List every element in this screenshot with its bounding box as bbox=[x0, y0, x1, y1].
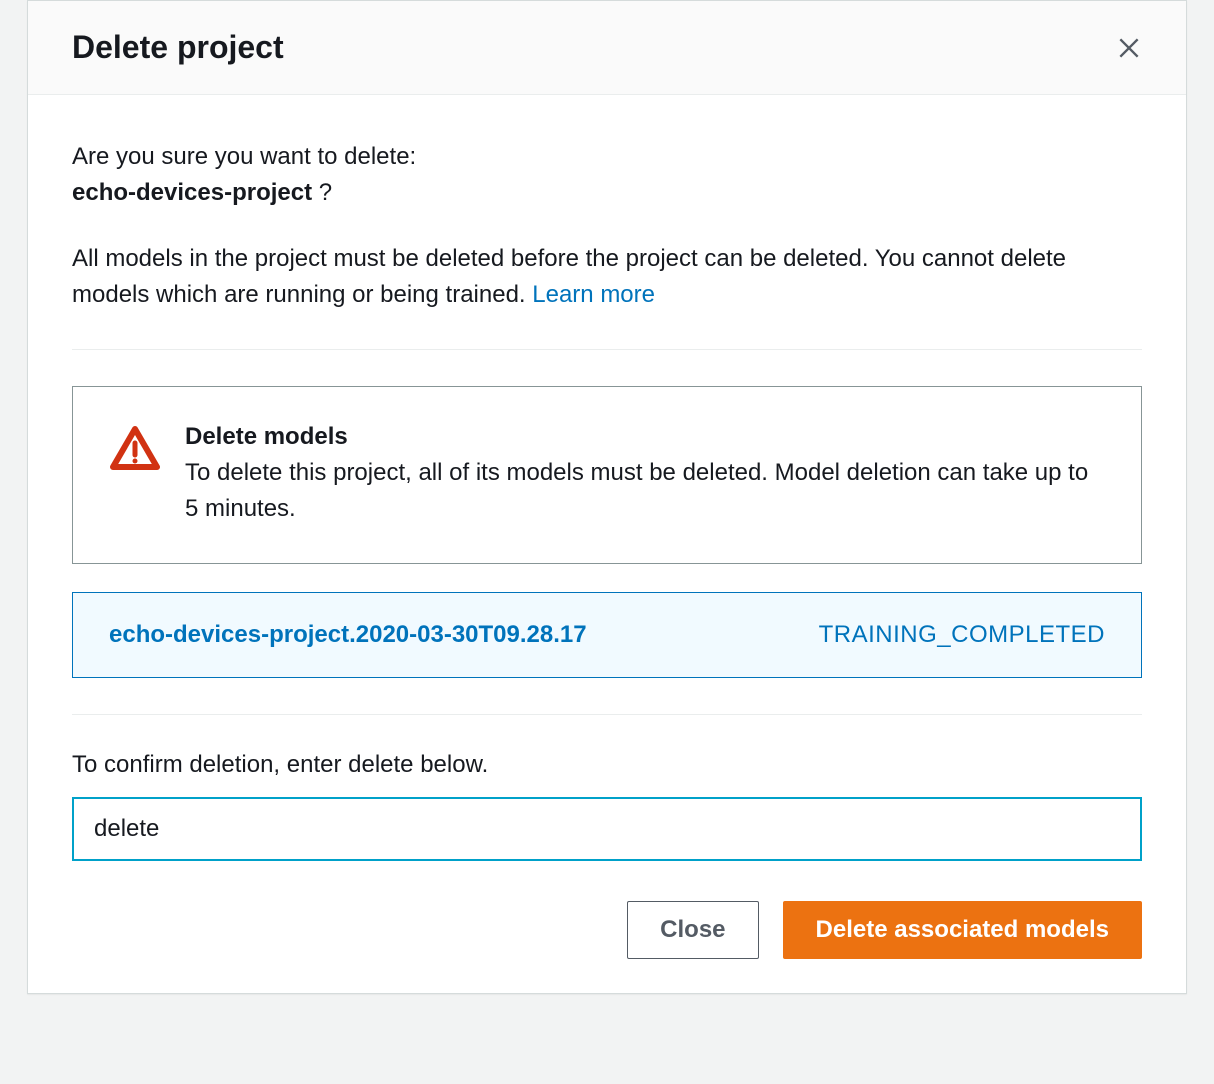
alert-content: Delete models To delete this project, al… bbox=[185, 423, 1105, 527]
model-row[interactable]: echo-devices-project.2020-03-30T09.28.17… bbox=[72, 592, 1142, 678]
description-block: All models in the project must be delete… bbox=[72, 241, 1142, 313]
close-button[interactable]: Close bbox=[627, 901, 758, 959]
modal-title: Delete project bbox=[72, 29, 284, 66]
model-status: TRAINING_COMPLETED bbox=[819, 621, 1105, 649]
divider bbox=[72, 714, 1142, 715]
question-mark: ? bbox=[319, 179, 332, 206]
model-name: echo-devices-project.2020-03-30T09.28.17 bbox=[109, 621, 587, 649]
alert-description: To delete this project, all of its model… bbox=[185, 455, 1105, 527]
delete-associated-models-button[interactable]: Delete associated models bbox=[783, 901, 1142, 959]
learn-more-link[interactable]: Learn more bbox=[532, 281, 655, 308]
close-icon[interactable] bbox=[1116, 35, 1142, 61]
confirm-question-block: Are you sure you want to delete: echo-de… bbox=[72, 139, 1142, 211]
delete-project-modal: Delete project Are you sure you want to … bbox=[27, 0, 1187, 994]
project-name-line: echo-devices-project ? bbox=[72, 175, 1142, 211]
alert-box: Delete models To delete this project, al… bbox=[72, 386, 1142, 564]
divider bbox=[72, 349, 1142, 350]
alert-title: Delete models bbox=[185, 423, 1105, 451]
modal-footer: Close Delete associated models bbox=[28, 861, 1186, 993]
warning-icon bbox=[109, 425, 161, 476]
confirm-label: To confirm deletion, enter delete below. bbox=[72, 751, 1142, 779]
confirm-question: Are you sure you want to delete: bbox=[72, 139, 1142, 175]
confirm-input[interactable] bbox=[72, 797, 1142, 861]
modal-header: Delete project bbox=[28, 1, 1186, 95]
modal-body: Are you sure you want to delete: echo-de… bbox=[28, 95, 1186, 861]
project-name: echo-devices-project bbox=[72, 179, 312, 206]
